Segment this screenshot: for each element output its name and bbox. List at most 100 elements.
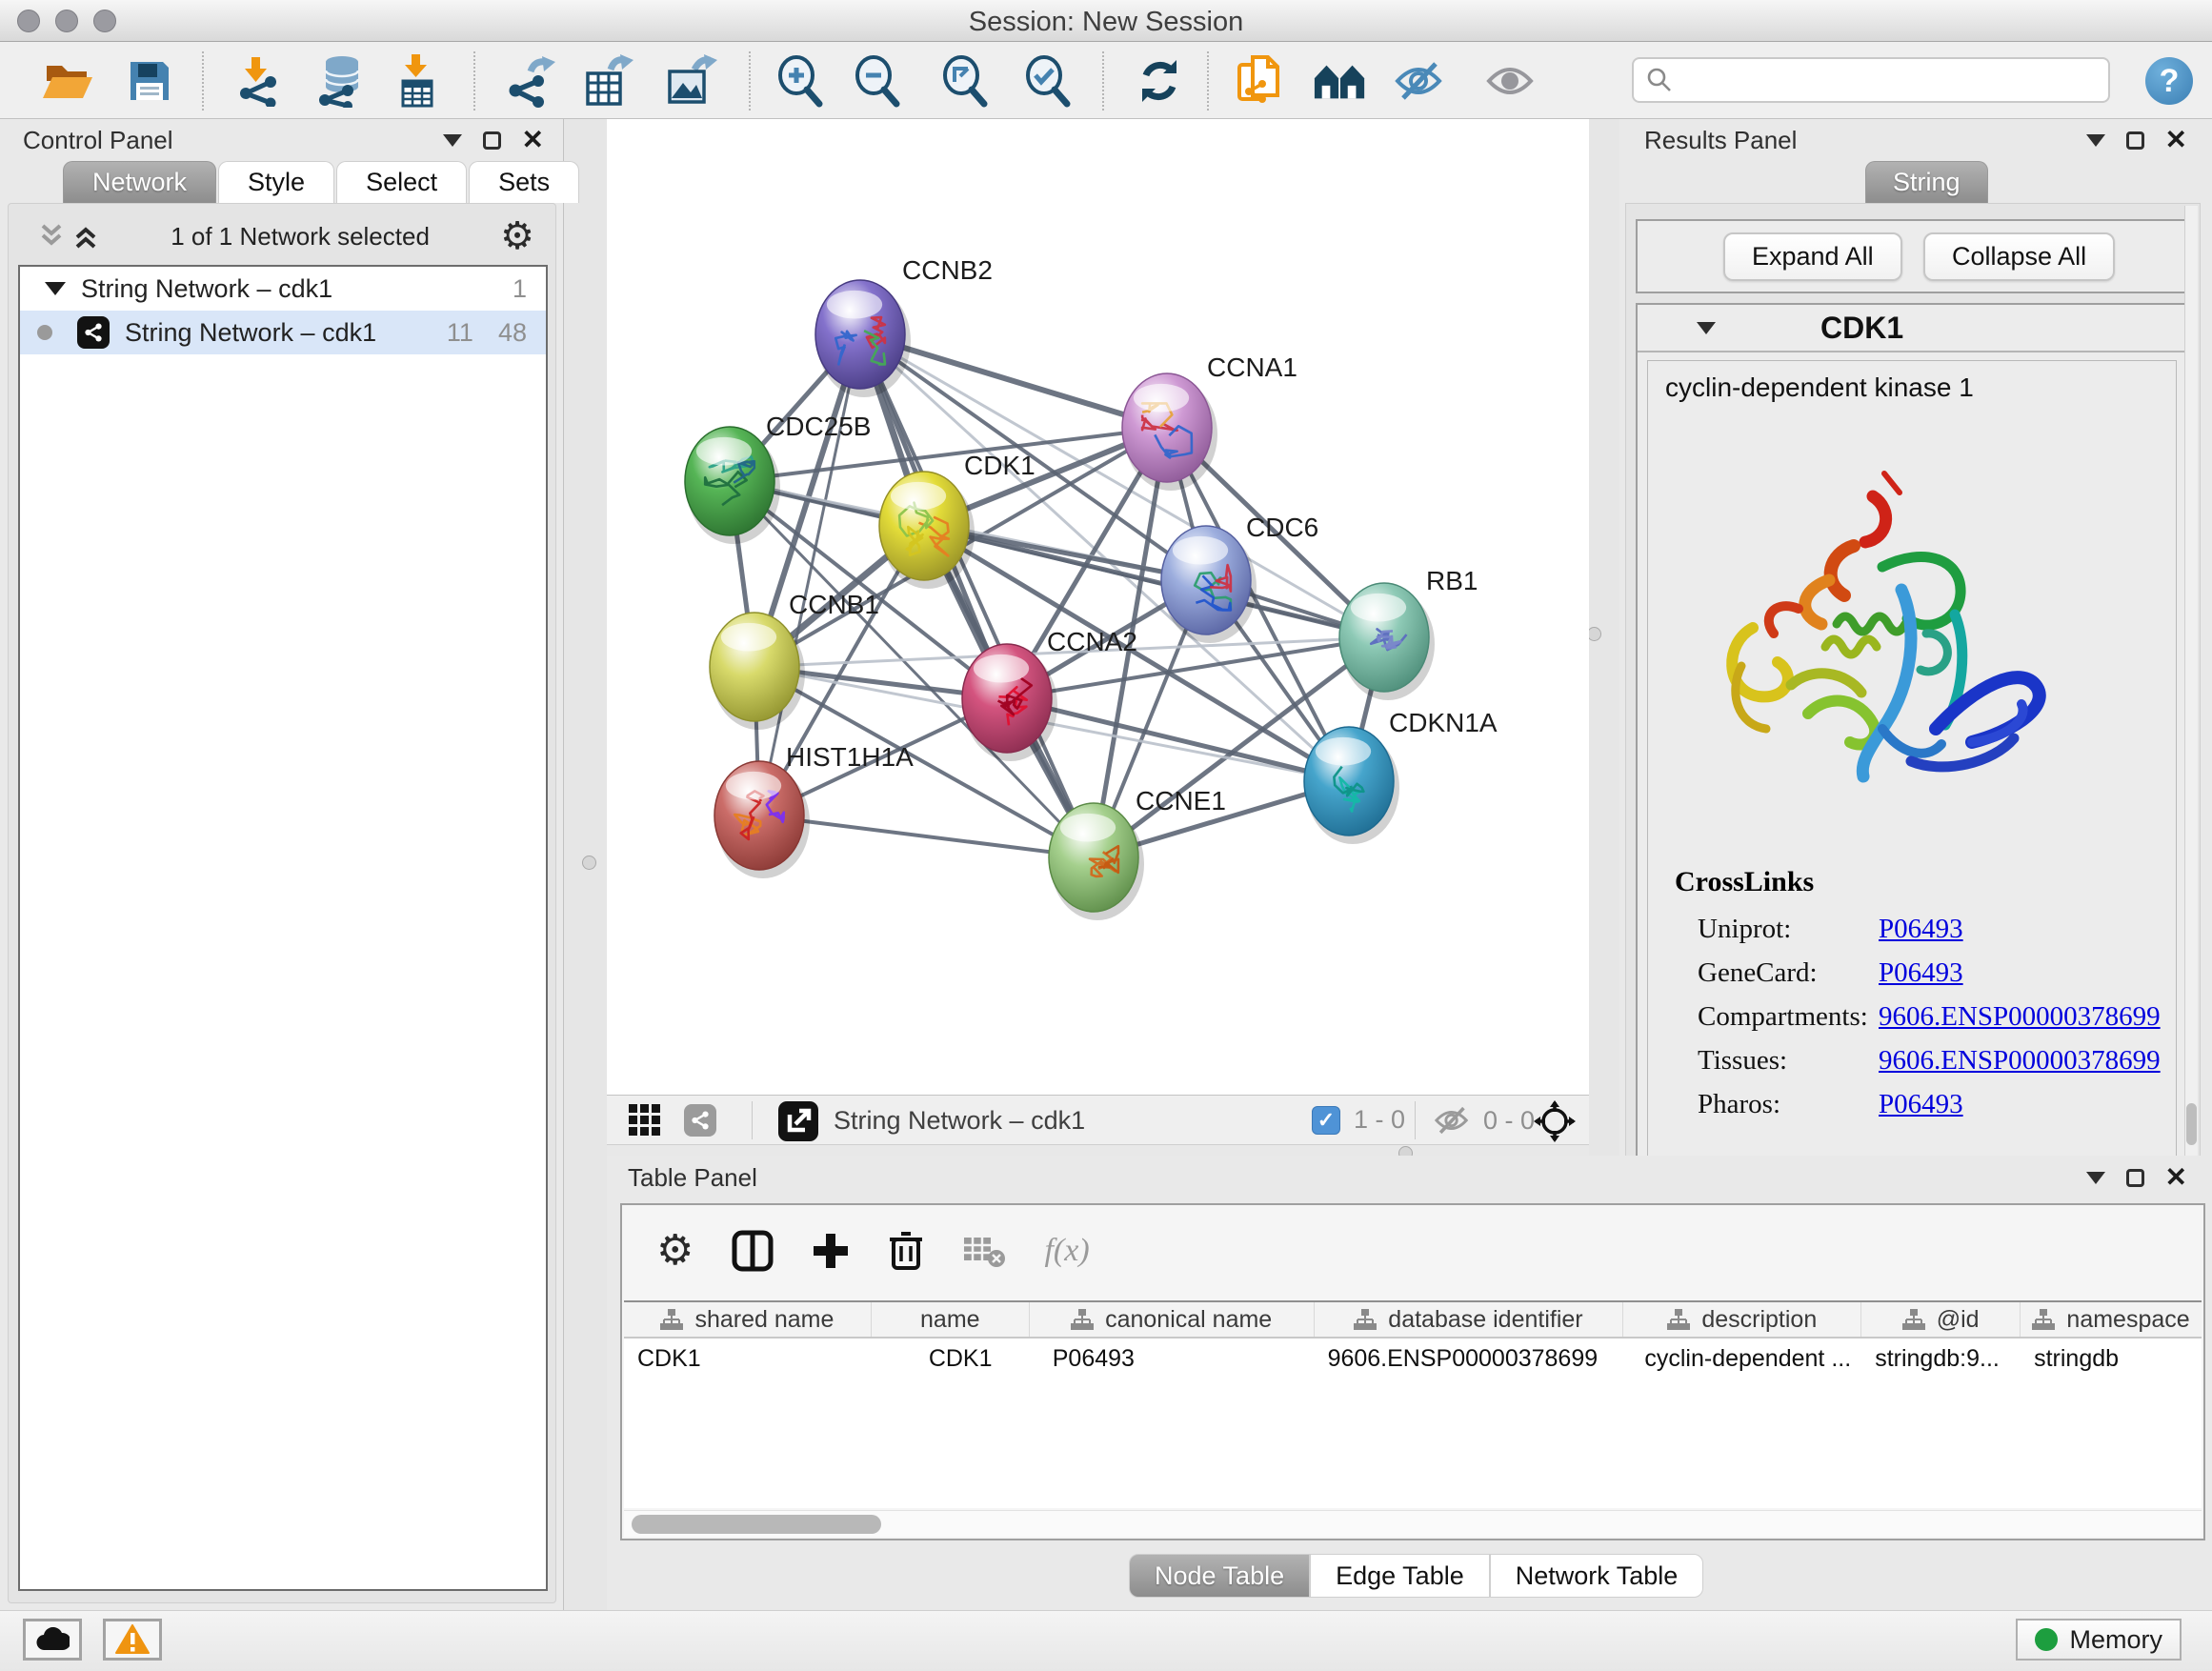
- search-input[interactable]: [1674, 66, 2083, 95]
- network-view-toolbar: String Network – cdk1 ✓ 1 - 0 0 - 0: [607, 1095, 1589, 1145]
- node-label[interactable]: CCNE1: [1136, 786, 1226, 815]
- birdseye-grid-button[interactable]: [624, 1099, 666, 1141]
- panel-float-icon[interactable]: [483, 131, 501, 150]
- detach-view-button[interactable]: [776, 1099, 820, 1143]
- cell-description[interactable]: cyclin-dependent ...: [1623, 1339, 1861, 1379]
- selected-checkbox-icon[interactable]: ✓: [1312, 1106, 1340, 1135]
- panel-collapse-icon[interactable]: [2086, 134, 2105, 147]
- crosslink-link[interactable]: 9606.ENSP00000378699: [1879, 1001, 2161, 1033]
- hide-selected-button[interactable]: [1393, 53, 1448, 109]
- tab-sets[interactable]: Sets: [469, 161, 579, 203]
- panel-close-icon[interactable]: ✕: [522, 127, 544, 153]
- node-label[interactable]: CDK1: [964, 451, 1036, 480]
- crosslink-link[interactable]: P06493: [1879, 914, 1963, 945]
- import-network-from-file-button[interactable]: [231, 53, 286, 109]
- table-settings-gear-icon[interactable]: ⚙: [656, 1230, 694, 1272]
- memory-button[interactable]: Memory: [2016, 1619, 2182, 1661]
- cloud-status-button[interactable]: [23, 1619, 82, 1661]
- tab-network[interactable]: Network: [63, 161, 216, 203]
- tree-icon: [1354, 1309, 1377, 1330]
- panel-collapse-icon[interactable]: [2086, 1172, 2105, 1184]
- zoom-fit-button[interactable]: [937, 53, 993, 109]
- gear-icon[interactable]: ⚙: [500, 217, 534, 255]
- tab-select[interactable]: Select: [336, 161, 467, 203]
- add-column-plus-icon[interactable]: [812, 1232, 850, 1270]
- network-view-grid-mode-button[interactable]: [679, 1099, 721, 1141]
- column-header[interactable]: @id: [1861, 1302, 2021, 1337]
- expand-all-button[interactable]: Expand All: [1723, 232, 1902, 281]
- network-collection-row[interactable]: String Network – cdk1 1: [20, 267, 546, 311]
- tab-edge-table[interactable]: Edge Table: [1310, 1554, 1490, 1598]
- tab-network-table[interactable]: Network Table: [1490, 1554, 1704, 1598]
- node-label[interactable]: CCNB2: [902, 255, 993, 285]
- save-session-button[interactable]: [122, 53, 177, 109]
- column-header[interactable]: description: [1623, 1302, 1861, 1337]
- panel-close-icon[interactable]: ✕: [2165, 1164, 2187, 1191]
- help-button[interactable]: ?: [2145, 57, 2193, 105]
- panel-collapse-icon[interactable]: [443, 134, 462, 147]
- export-table-button[interactable]: [581, 53, 636, 109]
- cell-name[interactable]: CDK1: [872, 1339, 1030, 1379]
- cell-shared-name[interactable]: CDK1: [624, 1339, 872, 1379]
- cell-namespace[interactable]: stringdb: [2021, 1339, 2202, 1379]
- table-panel-title: Table Panel: [628, 1163, 757, 1193]
- node-label[interactable]: CDC25B: [766, 412, 871, 441]
- warning-status-button[interactable]: [103, 1619, 162, 1661]
- import-network-from-database-button[interactable]: [312, 53, 368, 109]
- export-image-button[interactable]: [663, 53, 718, 109]
- crosslink-link[interactable]: P06493: [1879, 957, 1963, 989]
- tab-style[interactable]: Style: [218, 161, 334, 203]
- node-label[interactable]: RB1: [1426, 566, 1478, 595]
- crosslink-link[interactable]: P06493: [1879, 1089, 1963, 1120]
- node-label[interactable]: CCNA1: [1207, 352, 1297, 382]
- node-label[interactable]: CCNB1: [789, 590, 879, 619]
- column-header[interactable]: canonical name: [1030, 1302, 1315, 1337]
- results-scrollbar-thumb[interactable]: [2186, 1103, 2197, 1145]
- column-header[interactable]: namespace: [2021, 1302, 2202, 1337]
- network-row[interactable]: String Network – cdk1 11 48: [20, 311, 546, 354]
- collapse-triangle-icon[interactable]: [1697, 322, 1716, 334]
- results-scrollbar[interactable]: [2184, 206, 2198, 1229]
- cell-database-identifier[interactable]: 9606.ENSP00000378699: [1315, 1339, 1624, 1379]
- network-view[interactable]: CCNB2 CCNA1 CDC25B CDK1 CDC6 RB1 CCNB1 CCNA2 CDK…: [607, 119, 1589, 1095]
- table-row[interactable]: CDK1 CDK1 P06493 9606.ENSP00000378699 cy…: [624, 1339, 2202, 1379]
- zoom-selected-button[interactable]: [1020, 53, 1076, 109]
- panel-float-icon[interactable]: [2126, 131, 2144, 150]
- network-canvas[interactable]: CCNB2 CCNA1 CDC25B CDK1 CDC6 RB1 CCNB1 CCNA2 CDK…: [607, 119, 1589, 1095]
- open-session-button[interactable]: [40, 53, 95, 109]
- right-splitter-handle[interactable]: [1587, 627, 1601, 641]
- navigator-button[interactable]: [1533, 1099, 1577, 1143]
- node-label[interactable]: CDC6: [1246, 513, 1318, 542]
- show-columns-icon[interactable]: [732, 1230, 774, 1272]
- protein-card-header[interactable]: CDK1: [1638, 305, 2186, 352]
- cell-canonical-name[interactable]: P06493: [1030, 1339, 1315, 1379]
- collapse-all-icon[interactable]: [37, 220, 66, 252]
- show-all-button[interactable]: [1484, 53, 1539, 109]
- collapse-all-button[interactable]: Collapse All: [1923, 232, 2115, 281]
- clone-network-button[interactable]: [1233, 53, 1288, 109]
- table-horizontal-scrollbar[interactable]: [624, 1510, 2202, 1537]
- zoom-out-button[interactable]: [850, 53, 905, 109]
- left-splitter-handle[interactable]: [582, 856, 596, 870]
- cell-at-id[interactable]: stringdb:9...: [1861, 1339, 2021, 1379]
- panel-close-icon[interactable]: ✕: [2165, 127, 2187, 153]
- node-label[interactable]: HIST1H1A: [786, 742, 914, 772]
- export-network-button[interactable]: [503, 53, 558, 109]
- import-table-from-file-button[interactable]: [389, 53, 444, 109]
- first-neighbors-button[interactable]: [1313, 53, 1368, 109]
- delete-column-trash-icon[interactable]: [888, 1230, 924, 1272]
- column-header[interactable]: name: [872, 1302, 1030, 1337]
- expand-all-icon[interactable]: [71, 220, 100, 252]
- zoom-in-button[interactable]: [773, 53, 828, 109]
- table-scrollbar-thumb[interactable]: [632, 1515, 881, 1534]
- crosslink-link[interactable]: 9606.ENSP00000378699: [1879, 1045, 2161, 1077]
- panel-float-icon[interactable]: [2126, 1169, 2144, 1187]
- node-label[interactable]: CCNA2: [1047, 627, 1137, 656]
- node-label[interactable]: CDKN1A: [1389, 708, 1498, 737]
- column-header[interactable]: database identifier: [1315, 1302, 1624, 1337]
- tab-node-table[interactable]: Node Table: [1129, 1554, 1310, 1598]
- column-header[interactable]: shared name: [624, 1302, 872, 1337]
- apply-layout-button[interactable]: [1132, 53, 1187, 109]
- expand-triangle-icon[interactable]: [45, 282, 66, 295]
- tab-string[interactable]: String: [1865, 161, 1988, 203]
